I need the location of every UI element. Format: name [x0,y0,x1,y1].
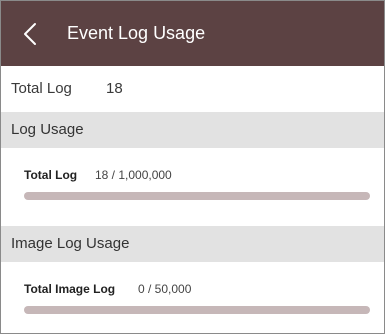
back-button[interactable] [19,21,43,47]
app-header: Event Log Usage [1,1,384,66]
total-log-count: 18 [106,80,123,97]
total-log-label: Total Log [11,80,72,97]
total-image-log-usage-label: Total Image Log [24,282,116,296]
image-log-usage-progress-bar [24,306,370,314]
event-log-usage-screen: Event Log Usage Total Log 18 Log Usage T… [0,0,385,334]
total-image-log-usage-value: 0 / 50,000 [138,282,192,296]
chevron-left-icon [24,23,36,45]
total-log-usage-label: Total Log [24,168,78,182]
image-log-usage-section-title: Image Log Usage [11,235,130,252]
log-usage-progress-bar [24,192,370,200]
image-log-usage-section-header: Image Log Usage [1,226,384,262]
log-usage-item: Total Log 18 / 1,000,000 [1,148,384,226]
total-log-summary: Total Log 18 [1,66,384,112]
total-log-usage-value: 18 / 1,000,000 [95,168,172,182]
page-title: Event Log Usage [67,23,206,43]
log-usage-section-header: Log Usage [1,112,384,148]
image-log-usage-item: Total Image Log 0 / 50,000 [1,262,384,333]
log-usage-section-title: Log Usage [11,121,84,138]
